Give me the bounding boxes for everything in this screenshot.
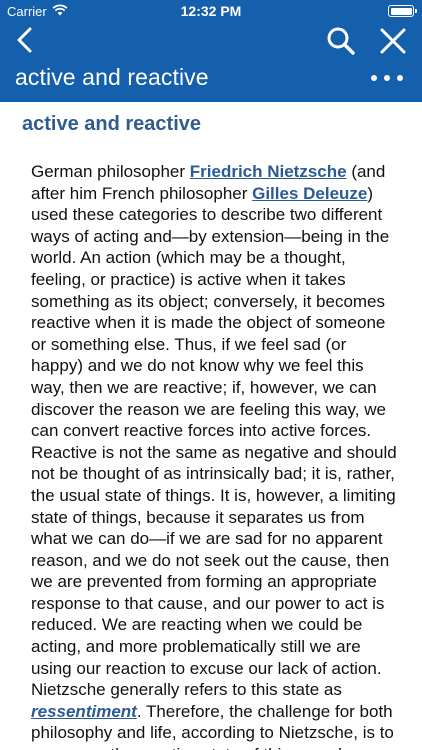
search-icon: [327, 27, 355, 55]
body-text: ) used these categories to describe two …: [31, 183, 397, 700]
link-ressentiment[interactable]: ressentiment: [31, 702, 137, 721]
app-header: Carrier 12:32 PM active and reactive: [0, 0, 422, 102]
battery-fill: [390, 7, 412, 15]
header-title: active and reactive: [15, 64, 209, 90]
body-text: German philosopher: [31, 162, 190, 181]
back-button[interactable]: [10, 26, 40, 54]
entry-title: active and reactive: [22, 113, 201, 135]
link-friedrich-nietzsche[interactable]: Friedrich Nietzsche: [190, 162, 347, 181]
close-icon: [380, 28, 406, 54]
battery-icon: [388, 5, 417, 17]
search-button[interactable]: [325, 25, 357, 57]
entry-content: active and reactive German philosopher F…: [0, 102, 422, 750]
more-dots-icon: [371, 75, 403, 81]
status-bar: Carrier 12:32 PM: [0, 0, 422, 22]
close-button[interactable]: [377, 25, 409, 57]
entry-body: German philosopher Friedrich Nietzsche (…: [31, 161, 401, 750]
link-gilles-deleuze[interactable]: Gilles Deleuze: [252, 184, 367, 203]
more-button[interactable]: [368, 68, 406, 88]
chevron-left-icon: [17, 27, 32, 53]
status-time: 12:32 PM: [180, 3, 242, 19]
